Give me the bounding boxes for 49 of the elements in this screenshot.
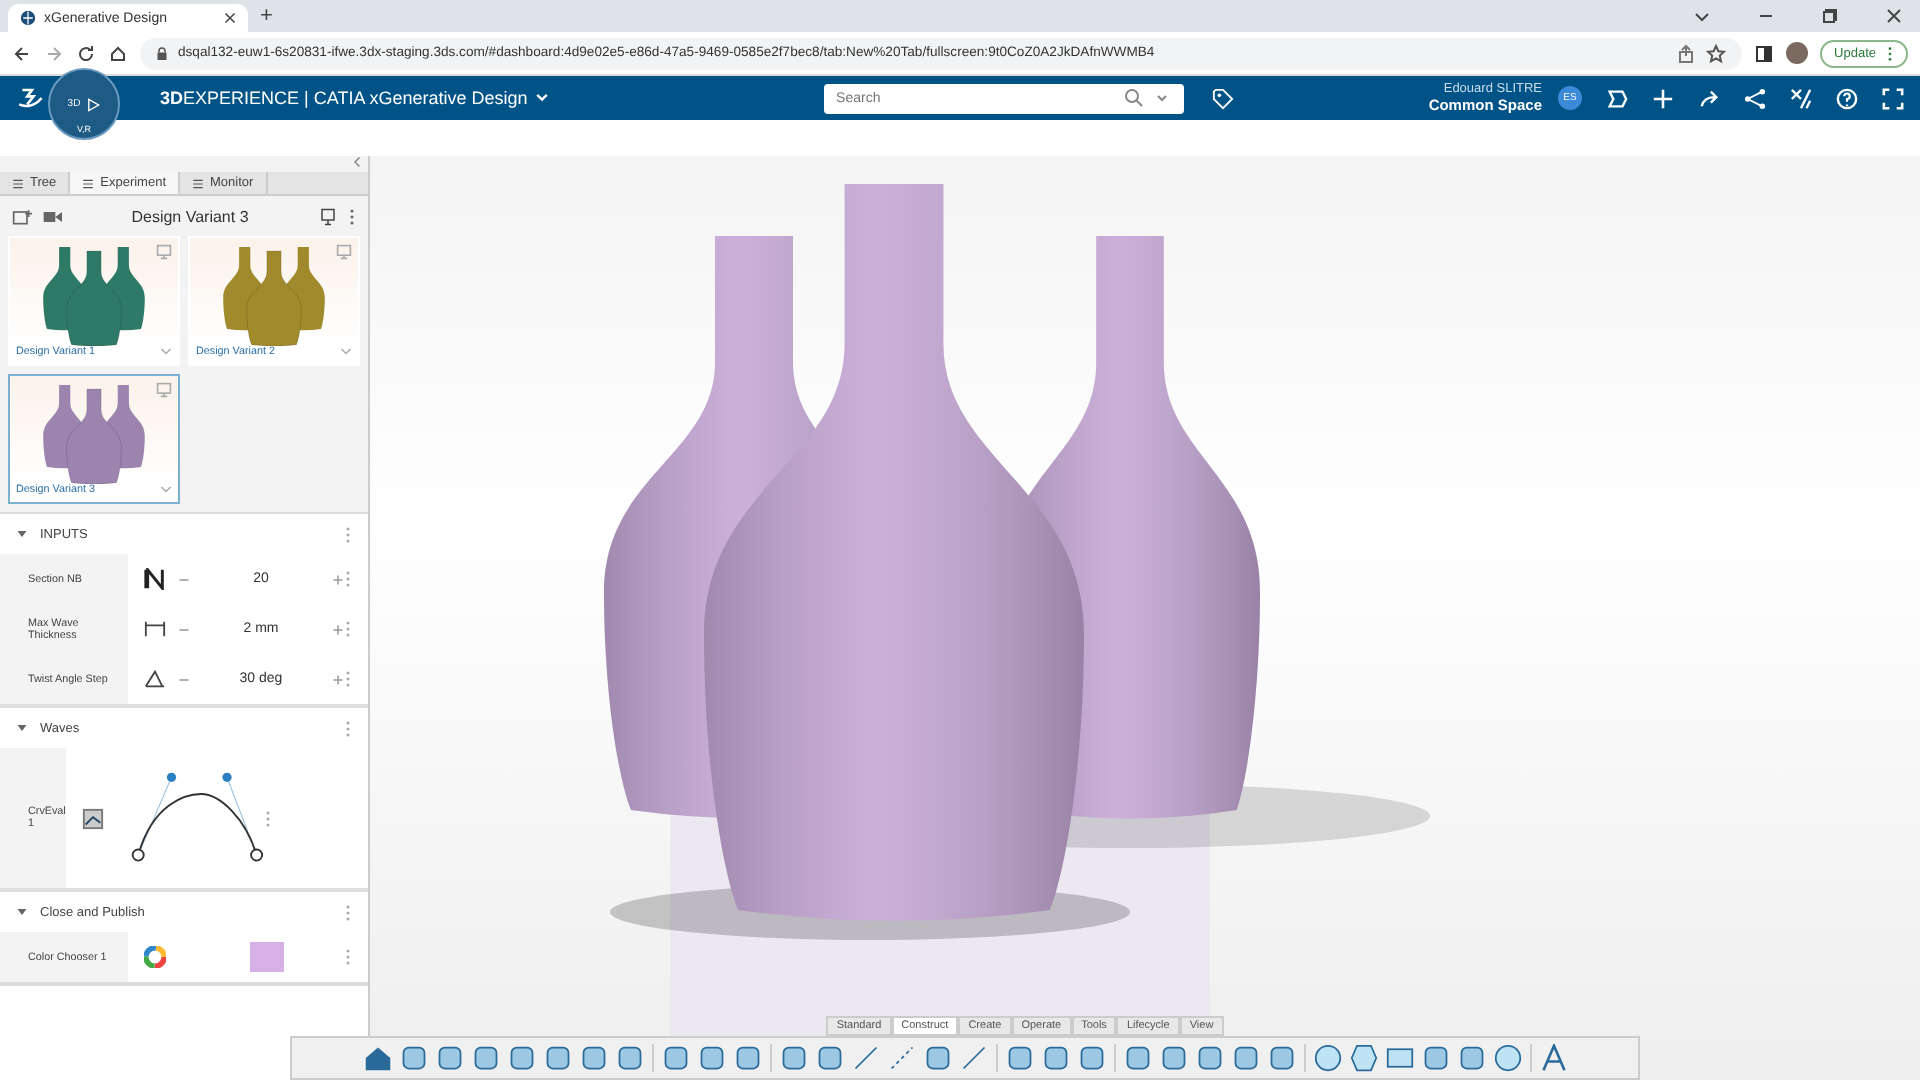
circle-icon[interactable] xyxy=(1313,1044,1341,1072)
profile-avatar[interactable] xyxy=(1786,42,1809,64)
graph-icon xyxy=(81,807,104,829)
home-icon[interactable] xyxy=(108,43,128,63)
list-icon xyxy=(192,177,204,189)
line-icon[interactable] xyxy=(851,1044,879,1072)
dashed-line-icon[interactable] xyxy=(887,1044,915,1072)
star-icon[interactable] xyxy=(1706,43,1727,63)
play-icon xyxy=(86,97,101,111)
search-icon[interactable] xyxy=(1124,88,1145,108)
network-icon[interactable] xyxy=(1744,87,1766,109)
angle-icon xyxy=(144,668,166,690)
color-wheel-icon xyxy=(144,946,166,968)
close-icon[interactable] xyxy=(1884,6,1904,26)
chevron-down-icon[interactable] xyxy=(533,90,550,106)
width-icon xyxy=(144,618,166,640)
camera-add-icon[interactable] xyxy=(12,207,32,225)
more-options-icon[interactable] xyxy=(348,207,356,225)
n-symbol-icon xyxy=(144,568,166,590)
hexagon-icon[interactable] xyxy=(1349,1044,1377,1072)
expand-arrow-icon[interactable] xyxy=(16,528,28,540)
back-arrow-icon[interactable] xyxy=(12,43,32,63)
reload-icon[interactable] xyxy=(76,43,96,63)
variant-title: Design Variant 3 xyxy=(129,207,251,225)
home-icon[interactable] xyxy=(363,1044,391,1072)
new-tab-button[interactable]: + xyxy=(260,4,273,28)
app-brand[interactable]: 3DEXPERIENCE | CATIA xGenerative Design xyxy=(160,88,528,108)
list-icon xyxy=(12,177,24,189)
close-icon[interactable] xyxy=(224,12,236,24)
rectangle-icon[interactable] xyxy=(1385,1044,1413,1072)
sidebar-icon[interactable] xyxy=(1754,43,1775,63)
tag-icon[interactable] xyxy=(1212,87,1235,109)
expand-arrow-icon[interactable] xyxy=(16,906,28,918)
expand-arrow-icon[interactable] xyxy=(16,722,28,734)
restore-icon[interactable] xyxy=(1820,6,1840,26)
fullscreen-icon[interactable] xyxy=(1882,87,1904,109)
globe-icon xyxy=(20,10,36,26)
tools-icon[interactable] xyxy=(1790,87,1812,109)
text-icon[interactable] xyxy=(1539,1044,1567,1072)
share-arrow-icon[interactable] xyxy=(1698,87,1720,109)
list-icon xyxy=(82,177,95,189)
video-camera-icon[interactable] xyxy=(42,207,62,225)
lock-icon xyxy=(156,45,168,61)
display-icon[interactable] xyxy=(318,207,338,225)
more-options-icon[interactable] xyxy=(1886,45,1894,61)
logo-icon xyxy=(16,84,48,112)
share-icon[interactable] xyxy=(1676,43,1697,63)
color-swatch[interactable] xyxy=(250,942,284,972)
help-icon[interactable] xyxy=(1836,87,1858,109)
